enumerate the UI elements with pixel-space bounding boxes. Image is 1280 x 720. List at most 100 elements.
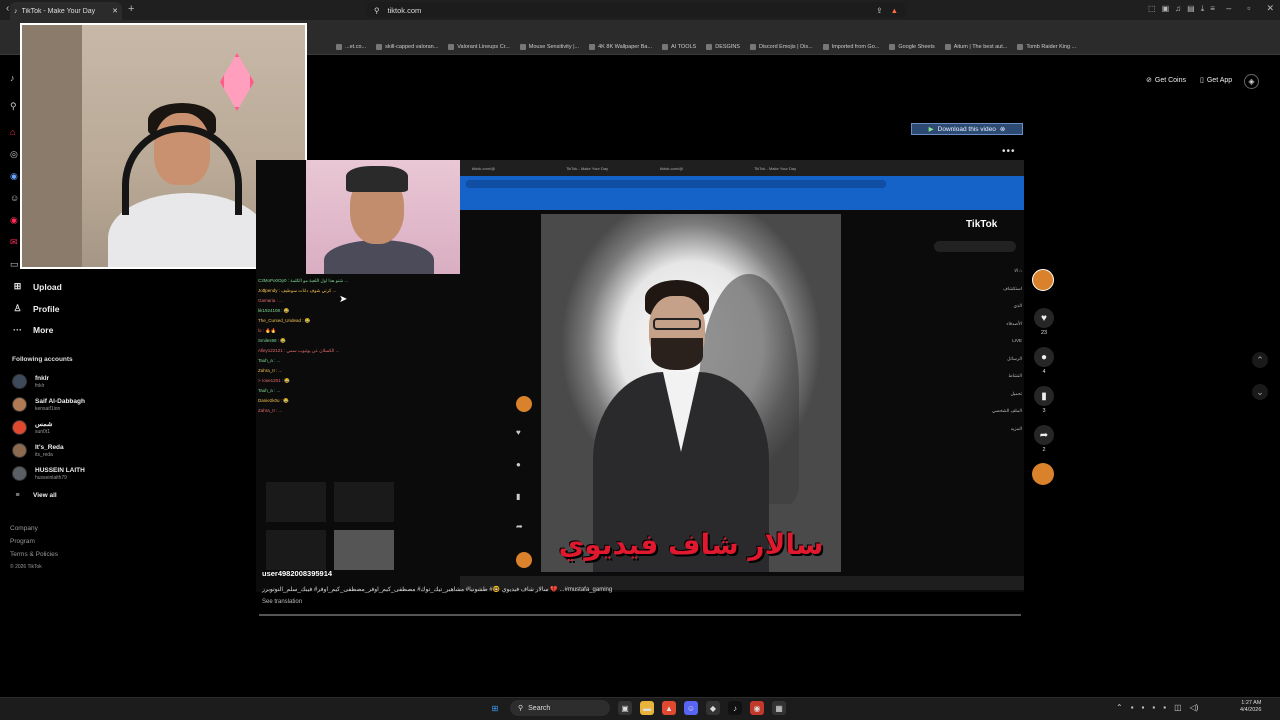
minimize-icon[interactable]: – — [1226, 3, 1231, 14]
windows-start-icon[interactable]: ⊞ — [488, 701, 502, 715]
view-all-button[interactable]: ≡ View all — [12, 492, 56, 499]
avatar — [12, 466, 27, 481]
bookmark-item[interactable]: Tomb Raider King ... — [1017, 44, 1076, 50]
bookmark-item[interactable]: AI TOOLS — [662, 44, 696, 50]
nav-buttons: ‹ — [6, 3, 9, 14]
bookmark-favicon-icon — [749, 44, 756, 50]
bookmark-label: AI TOOLS — [671, 44, 697, 50]
taskbar-search[interactable]: ⚲ Search — [510, 700, 610, 716]
close-icon[interactable]: ⊗ — [1000, 125, 1005, 133]
taskbar-clock[interactable]: 1:27 AM 4/4/2026 — [1240, 700, 1261, 714]
account-name: HUSSEIN LAITH — [35, 466, 85, 474]
get-coins-button[interactable]: ⊘ Get Coins — [1146, 76, 1186, 85]
music-disc-icon[interactable] — [1032, 463, 1054, 485]
brave-shield-icon[interactable]: ▲ — [891, 6, 898, 15]
video-overlay-text: سالار شاف فيديوي — [558, 528, 824, 561]
account-name: شمس — [35, 420, 53, 428]
music-icon[interactable]: ♫ — [1175, 4, 1181, 14]
coin-icon: ⊘ — [1146, 77, 1152, 84]
save-button[interactable]: ▮ — [1034, 386, 1054, 406]
bookmark-item[interactable]: Discord Emojis | Dis... — [749, 44, 813, 50]
avatar — [12, 420, 27, 435]
sidebar-icon[interactable]: ▤ — [1187, 4, 1195, 14]
inner-address-bar — [466, 180, 886, 188]
tray-app-icon[interactable]: ▪ — [1142, 703, 1145, 712]
footer-program[interactable]: Program — [10, 538, 35, 545]
bookmark-item[interactable]: Valorant Lineups Cr... — [448, 44, 510, 50]
maximize-icon[interactable]: ▫ — [1247, 3, 1250, 14]
brave-browser-icon[interactable]: ▲ — [662, 701, 676, 715]
tiktok-app-icon[interactable]: ♪ — [728, 701, 742, 715]
back-icon[interactable]: ‹ — [6, 3, 9, 14]
network-icon[interactable]: ◫ — [1174, 703, 1182, 712]
share-arrow-icon: ➦ — [1039, 429, 1049, 441]
previous-video-button[interactable]: ⌃ — [1252, 352, 1268, 368]
like-button[interactable]: ♥ — [1034, 308, 1054, 328]
close-tab-icon[interactable]: ✕ — [112, 7, 118, 15]
nav-more[interactable]: ··· More — [12, 325, 53, 335]
browser-tab[interactable]: ♪ TikTok - Make Your Day ✕ — [10, 2, 122, 20]
menu-icon[interactable]: ≡ — [1210, 4, 1215, 14]
window-controls: – ▫ ✕ — [1226, 3, 1274, 14]
bookmark-item[interactable]: Imported from Go... — [822, 44, 879, 50]
share-icon[interactable]: ⇪ — [876, 6, 882, 15]
neon-diamond-light — [220, 53, 254, 111]
wallet-icon[interactable]: ▣ — [1162, 4, 1170, 14]
bookmark-item[interactable]: 4K 8K Wallpaper Ba... — [589, 44, 652, 50]
comment-button[interactable]: ● — [1034, 347, 1054, 367]
video-author[interactable]: user4982008395914 — [262, 569, 332, 578]
video-progress-bar[interactable] — [259, 614, 1021, 616]
bookmark-item[interactable]: Aitum | The best aut... — [944, 44, 1008, 50]
task-view-icon[interactable]: ▣ — [618, 701, 632, 715]
bookmark-label: Aitum | The best aut... — [953, 44, 1008, 50]
bookmark-item[interactable]: Mouse Sensitivity |... — [519, 44, 579, 50]
nav-upload[interactable]: ⊞ Upload — [12, 281, 62, 292]
get-coins-label: Get Coins — [1154, 76, 1186, 84]
discord-icon[interactable]: ☺ — [684, 701, 698, 715]
close-window-icon[interactable]: ✕ — [1266, 3, 1274, 14]
chevron-up-icon[interactable]: ⌃ — [1116, 703, 1123, 712]
bookmark-item[interactable]: ...et.co... — [336, 44, 366, 50]
tray-app-icon[interactable]: ▪ — [1152, 703, 1155, 712]
bookmark-favicon-icon — [662, 44, 669, 50]
following-account[interactable]: HUSSEIN LAITH husseinlaith79 — [12, 466, 85, 481]
see-translation-link[interactable]: See translation — [262, 599, 302, 605]
extension-icon[interactable]: ⬚ — [1148, 4, 1156, 14]
downloads-icon[interactable]: ⤓ — [1201, 4, 1205, 14]
more-options-icon[interactable]: ••• — [1002, 146, 1016, 157]
address-bar[interactable]: ⚲ tiktok.com ⇪ ▲ — [366, 2, 906, 18]
footer-company[interactable]: Company — [10, 525, 38, 532]
obs-icon[interactable]: ◉ — [750, 701, 764, 715]
next-video-button[interactable]: ⌄ — [1252, 384, 1268, 400]
inner-bookmarks — [470, 196, 1010, 202]
chat-message: lo : 🔥🔥 — [258, 328, 277, 333]
bookmark-item[interactable]: DESGINS — [706, 44, 740, 50]
volume-icon[interactable]: ◁) — [1190, 703, 1199, 712]
following-account[interactable]: fnklr fnklr — [12, 374, 49, 389]
bookmark-item[interactable]: Google Sheets — [889, 44, 935, 50]
tray-app-icon[interactable]: ▪ — [1131, 703, 1134, 712]
headphones — [122, 125, 242, 215]
app-icon[interactable]: ▦ — [772, 701, 786, 715]
bookmark-label: Tomb Raider King ... — [1026, 44, 1077, 50]
following-account[interactable]: It's_Reda its_reda — [12, 443, 64, 458]
download-video-button[interactable]: ▶ Download this video ⊗ — [911, 123, 1023, 135]
following-account[interactable]: Saif Al-Dabbagh kensaif1ion — [12, 397, 85, 412]
get-app-button[interactable]: ▯ Get App — [1200, 76, 1232, 85]
settings-icon[interactable]: ◈ — [1244, 74, 1259, 89]
site-settings-icon[interactable]: ⚲ — [374, 6, 380, 15]
tray-app-icon[interactable]: ▪ — [1163, 703, 1166, 712]
nav-profile[interactable]: ♙ Profile — [12, 303, 59, 314]
comment-count: 4 — [1042, 369, 1046, 375]
app-icon[interactable]: ◆ — [706, 701, 720, 715]
nav-more-label: More — [33, 325, 54, 335]
taskbar-apps: ⊞ ⚲ Search ▣ ▬ ▲ ☺ ◆ ♪ ◉ ▦ — [488, 700, 786, 716]
new-tab-button[interactable]: + — [128, 3, 134, 15]
chat-message: The_Cursed_Undead : 😂 — [258, 318, 311, 323]
share-button[interactable]: ➦ — [1034, 425, 1054, 445]
footer-terms[interactable]: Terms & Policies — [10, 551, 58, 558]
clock-time: 1:27 AM — [1241, 700, 1262, 706]
file-explorer-icon[interactable]: ▬ — [640, 701, 654, 715]
bookmark-item[interactable]: skill-capped valoran... — [376, 44, 438, 50]
following-account[interactable]: شمس sun0t1 — [12, 420, 53, 435]
